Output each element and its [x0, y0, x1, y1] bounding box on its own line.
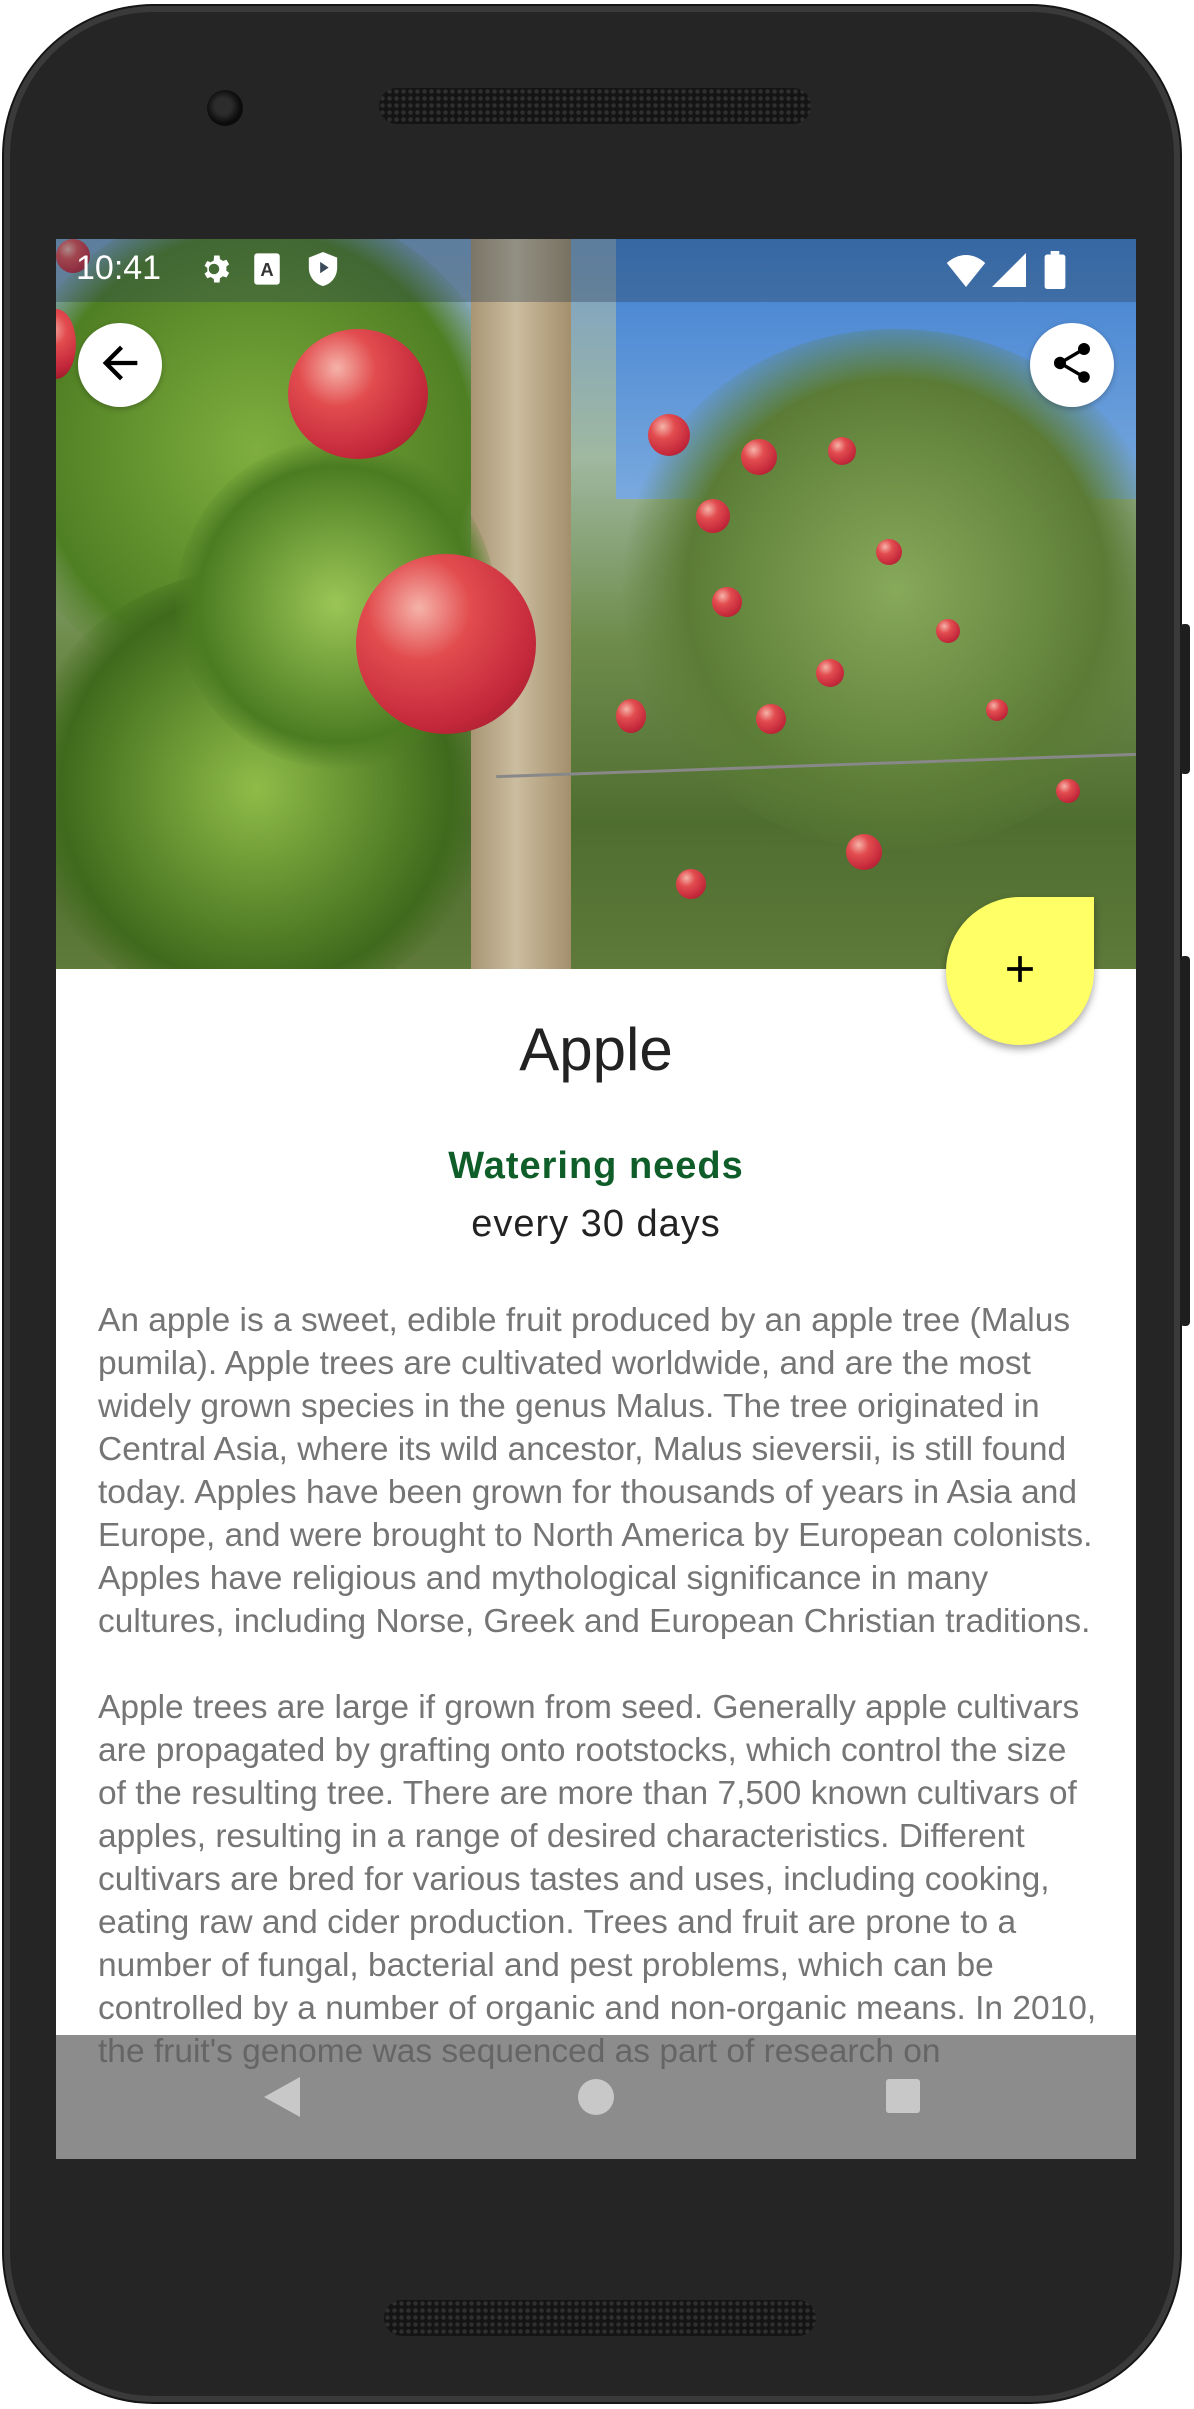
apple-fruit: [756, 704, 786, 734]
battery-icon: [1044, 251, 1066, 293]
apple-fruit: [648, 414, 690, 456]
share-icon: [1048, 339, 1096, 391]
apple-fruit: [356, 554, 536, 734]
system-nav-bar: [56, 2035, 1136, 2159]
apple-fruit: [696, 499, 730, 533]
apple-fruit: [616, 699, 646, 733]
plant-name: Apple: [519, 1016, 673, 1083]
nav-recents-icon[interactable]: [886, 2079, 920, 2113]
svg-text:A: A: [260, 259, 273, 280]
phone-frame: 10:41 A Apple Watering needs every 30 da…: [4, 6, 1190, 2402]
apple-fruit: [986, 699, 1008, 721]
plant-hero-image: [56, 239, 1136, 969]
arrow-back-icon: [94, 337, 146, 393]
description-paragraph: An apple is a sweet, edible fruit produc…: [98, 1302, 1093, 1640]
shield-icon: [306, 250, 340, 292]
plant-description: An apple is a sweet, edible fruit produc…: [98, 1299, 1098, 2116]
cell-signal-icon: [992, 253, 1026, 291]
apple-fruit: [876, 539, 902, 565]
apple-fruit: [712, 587, 742, 617]
apple-fruit: [288, 329, 428, 459]
app-screen: 10:41 A Apple Watering needs every 30 da…: [56, 239, 1136, 2159]
font-a-icon: A: [252, 252, 282, 290]
gear-icon: [196, 251, 232, 291]
nav-home-icon[interactable]: [578, 2079, 614, 2115]
plus-icon: [998, 947, 1042, 995]
watering-label: Watering needs: [448, 1145, 744, 1187]
apple-fruit: [936, 619, 960, 643]
apple-fruit: [741, 439, 777, 475]
status-time: 10:41: [76, 249, 162, 287]
apple-fruit: [846, 834, 882, 870]
wifi-icon: [946, 255, 986, 291]
apple-fruit: [676, 869, 706, 899]
apple-fruit: [816, 659, 844, 687]
watering-value: every 30 days: [471, 1203, 721, 1245]
description-paragraph: Apple trees are large if grown from seed…: [98, 1689, 1097, 2070]
power-button: [1180, 956, 1190, 1326]
share-button[interactable]: [1030, 323, 1114, 407]
top-speaker: [379, 88, 811, 124]
volume-button: [1180, 624, 1190, 774]
apple-fruit: [1056, 779, 1080, 803]
status-bar: 10:41 A: [56, 239, 1136, 302]
apple-fruit: [828, 437, 856, 465]
front-camera: [207, 90, 243, 126]
back-button[interactable]: [78, 323, 162, 407]
nav-back-icon[interactable]: [264, 2077, 300, 2121]
bottom-speaker: [384, 2300, 816, 2336]
